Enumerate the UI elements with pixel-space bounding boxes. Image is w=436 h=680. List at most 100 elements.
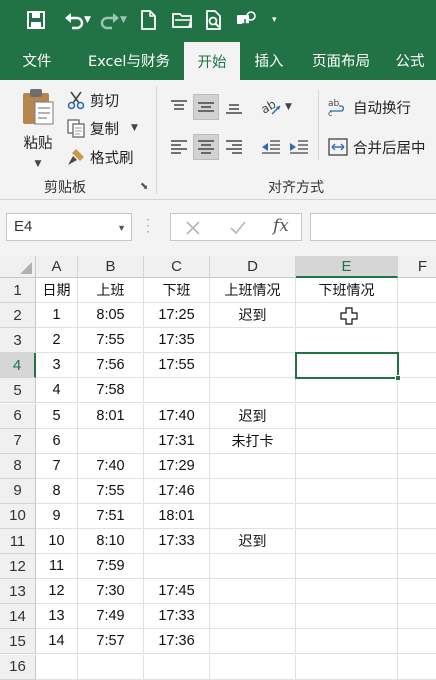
- cell-e8[interactable]: [296, 453, 398, 479]
- select-all-corner[interactable]: [0, 256, 36, 278]
- save-icon[interactable]: [22, 6, 50, 34]
- cut-button[interactable]: 剪切: [66, 88, 119, 112]
- align-center-button[interactable]: [193, 134, 219, 160]
- cell-c2[interactable]: 17:25: [144, 303, 210, 329]
- decrease-indent-icon[interactable]: [258, 134, 284, 160]
- tab-home[interactable]: 开始: [184, 42, 240, 80]
- orientation-button[interactable]: ab ▼: [260, 96, 292, 118]
- cell-b15[interactable]: 7:57: [78, 629, 144, 655]
- cell-a3[interactable]: 2: [36, 328, 78, 354]
- open-folder-icon[interactable]: [168, 6, 196, 34]
- cancel-icon[interactable]: [185, 220, 201, 236]
- cell-c6[interactable]: 17:40: [144, 403, 210, 429]
- cell-d8[interactable]: [210, 453, 296, 479]
- customize-dropdown-icon[interactable]: ▾: [272, 15, 282, 25]
- tab-insert[interactable]: 插入: [240, 40, 298, 80]
- cell-e5[interactable]: [296, 378, 398, 404]
- cell-c3[interactable]: 17:35: [144, 328, 210, 354]
- row-header[interactable]: 15: [0, 629, 36, 655]
- cell-b10[interactable]: 7:51: [78, 503, 144, 529]
- row-header[interactable]: 8: [0, 453, 36, 479]
- formula-bar-resize-handle[interactable]: · · ·: [146, 214, 150, 238]
- cell-c5[interactable]: [144, 378, 210, 404]
- cell-b8[interactable]: 7:40: [78, 453, 144, 479]
- row-header[interactable]: 7: [0, 428, 36, 454]
- cell-a1[interactable]: 日期: [36, 278, 78, 304]
- cell-b1[interactable]: 上班: [78, 278, 144, 304]
- new-file-icon[interactable]: [134, 6, 162, 34]
- cell-d15[interactable]: [210, 629, 296, 655]
- cell-a4[interactable]: 3: [36, 353, 78, 379]
- row-header[interactable]: 4: [0, 353, 36, 379]
- column-header-b[interactable]: B: [78, 256, 144, 278]
- enter-checkmark-icon[interactable]: [229, 220, 247, 236]
- cell-f11[interactable]: [398, 529, 436, 555]
- align-bottom-icon[interactable]: [221, 94, 247, 120]
- tab-file[interactable]: 文件: [0, 40, 74, 80]
- cell-b3[interactable]: 7:55: [78, 328, 144, 354]
- cell-f7[interactable]: [398, 429, 436, 454]
- cell-e6[interactable]: [296, 403, 398, 429]
- cell-b13[interactable]: 7:30: [78, 579, 144, 605]
- cell-c9[interactable]: 17:46: [144, 478, 210, 504]
- cell-e4[interactable]: [296, 353, 398, 379]
- row-header[interactable]: 3: [0, 328, 36, 354]
- cell-e16[interactable]: [296, 654, 398, 680]
- cell-f8[interactable]: [398, 454, 436, 479]
- cell-f4[interactable]: [398, 353, 436, 379]
- row-header[interactable]: 2: [0, 303, 36, 329]
- name-box[interactable]: E4 ▼: [6, 213, 132, 241]
- cell-d1[interactable]: 上班情况: [210, 278, 296, 304]
- print-preview-icon[interactable]: [200, 6, 228, 34]
- increase-indent-icon[interactable]: [286, 134, 312, 160]
- cell-a8[interactable]: 7: [36, 453, 78, 479]
- cell-d4[interactable]: [210, 353, 296, 379]
- cell-c10[interactable]: 18:01: [144, 503, 210, 529]
- cell-d14[interactable]: [210, 604, 296, 630]
- cell-c16[interactable]: [144, 654, 210, 680]
- cell-b12[interactable]: 7:59: [78, 554, 144, 580]
- row-header[interactable]: 10: [0, 503, 36, 529]
- row-header[interactable]: 14: [0, 604, 36, 630]
- cell-a9[interactable]: 8: [36, 478, 78, 504]
- cell-e14[interactable]: [296, 604, 398, 630]
- row-header[interactable]: 16: [0, 654, 36, 680]
- wrap-text-button[interactable]: ab c 自动换行: [328, 94, 411, 120]
- cell-f16[interactable]: [398, 655, 436, 680]
- align-middle-icon[interactable]: [193, 94, 219, 120]
- cell-a13[interactable]: 12: [36, 579, 78, 605]
- cell-d3[interactable]: [210, 328, 296, 354]
- cell-a16[interactable]: [36, 654, 78, 680]
- cell-a15[interactable]: 14: [36, 629, 78, 655]
- cell-d5[interactable]: [210, 378, 296, 404]
- cell-e11[interactable]: [296, 529, 398, 555]
- cell-f12[interactable]: [398, 554, 436, 580]
- cell-f10[interactable]: [398, 504, 436, 529]
- row-header[interactable]: 1: [0, 278, 36, 304]
- cell-c12[interactable]: [144, 554, 210, 580]
- formula-input[interactable]: [310, 213, 436, 241]
- align-left-button[interactable]: [166, 134, 192, 160]
- copy-button[interactable]: 复制 ▼: [66, 116, 138, 140]
- cell-b2[interactable]: 8:05: [78, 303, 144, 329]
- paste-button[interactable]: 粘贴 ▼: [18, 88, 58, 169]
- cell-d10[interactable]: [210, 503, 296, 529]
- cell-a7[interactable]: 6: [36, 428, 78, 454]
- name-box-dropdown-icon[interactable]: ▼: [117, 223, 126, 233]
- cell-b7[interactable]: [78, 428, 144, 454]
- cell-b5[interactable]: 7:58: [78, 378, 144, 404]
- column-header-f[interactable]: F: [398, 256, 436, 278]
- merge-center-button[interactable]: 合并后居中: [328, 134, 426, 160]
- tab-excel-finance[interactable]: Excel与财务: [74, 40, 184, 80]
- cell-b16[interactable]: [78, 654, 144, 680]
- cell-c8[interactable]: 17:29: [144, 453, 210, 479]
- row-header[interactable]: 13: [0, 579, 36, 605]
- cell-a12[interactable]: 11: [36, 554, 78, 580]
- redo-dropdown-icon[interactable]: ▼: [120, 15, 130, 25]
- cell-b4[interactable]: 7:56: [78, 353, 144, 379]
- cell-b9[interactable]: 7:55: [78, 478, 144, 504]
- cell-c14[interactable]: 17:33: [144, 604, 210, 630]
- cell-f5[interactable]: [398, 378, 436, 404]
- paste-dropdown-icon[interactable]: ▼: [35, 159, 42, 169]
- align-top-icon[interactable]: [166, 94, 192, 120]
